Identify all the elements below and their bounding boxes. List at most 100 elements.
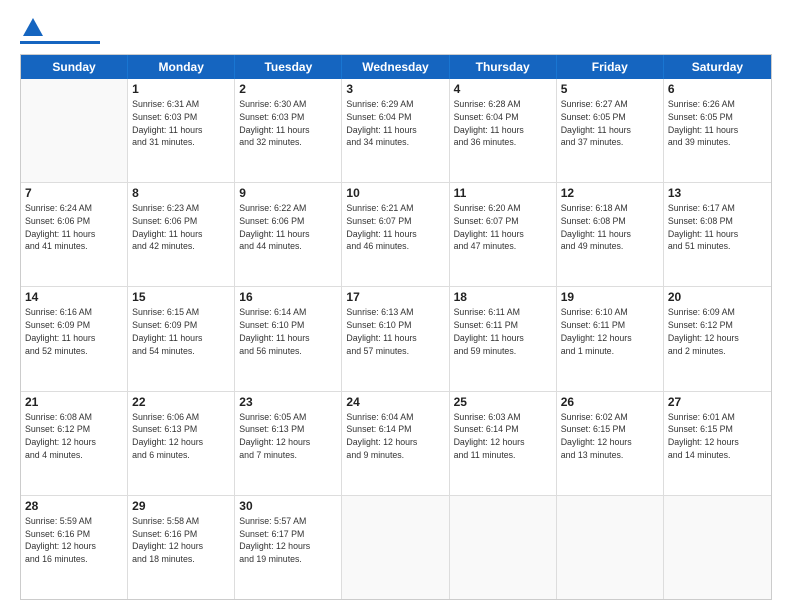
cell-info: Sunrise: 5:59 AM Sunset: 6:16 PM Dayligh… [25,515,123,566]
weekday-sunday: Sunday [21,55,128,79]
cell-info: Sunrise: 6:22 AM Sunset: 6:06 PM Dayligh… [239,202,337,253]
table-row: 6 Sunrise: 6:26 AM Sunset: 6:05 PM Daylig… [664,79,771,182]
table-row: 9Sunrise: 6:22 AM Sunset: 6:06 PM Daylig… [235,183,342,286]
cell-info: Sunrise: 6:11 AM Sunset: 6:11 PM Dayligh… [454,306,552,357]
cell-info: Sunrise: 5:57 AM Sunset: 6:17 PM Dayligh… [239,515,337,566]
weekday-tuesday: Tuesday [235,55,342,79]
day-number: 17 [346,290,444,304]
day-number: 2 [239,82,337,96]
cell-info: Sunrise: 6:08 AM Sunset: 6:12 PM Dayligh… [25,411,123,462]
table-row: 24 Sunrise: 6:04 AM Sunset: 6:14 PM Dayli… [342,392,449,495]
table-row: 14 Sunrise: 6:16 AM Sunset: 6:09 PM Dayli… [21,287,128,390]
table-row: 8 Sunrise: 6:23 AM Sunset: 6:06 PM Daylig… [128,183,235,286]
day-number: 20 [668,290,767,304]
table-row: 27 Sunrise: 6:01 AM Sunset: 6:15 PM Dayli… [664,392,771,495]
day-number: 15 [132,290,230,304]
day-number: 22 [132,395,230,409]
day-number: 13 [668,186,767,200]
cell-info: Sunrise: 6:03 AM Sunset: 6:14 PM Dayligh… [454,411,552,462]
table-row: 4 Sunrise: 6:28 AM Sunset: 6:04 PM Daylig… [450,79,557,182]
day-number: 7 [25,186,123,200]
table-row: 1 Sunrise: 6:31 AM Sunset: 6:03 PM Daylig… [128,79,235,182]
table-row: 29Sunrise: 5:58 AM Sunset: 6:16 PM Dayli… [128,496,235,599]
day-number: 10 [346,186,444,200]
table-row: 7 Sunrise: 6:24 AM Sunset: 6:06 PM Daylig… [21,183,128,286]
table-row: 16 Sunrise: 6:14 AM Sunset: 6:10 PM Dayli… [235,287,342,390]
table-row: 19 Sunrise: 6:10 AM Sunset: 6:11 PM Dayli… [557,287,664,390]
cell-info: Sunrise: 6:05 AM Sunset: 6:13 PM Dayligh… [239,411,337,462]
calendar-row: 14 Sunrise: 6:16 AM Sunset: 6:09 PM Dayli… [21,287,771,391]
cell-info: Sunrise: 6:01 AM Sunset: 6:15 PM Dayligh… [668,411,767,462]
cell-info: Sunrise: 6:06 AM Sunset: 6:13 PM Dayligh… [132,411,230,462]
table-row: 28 Sunrise: 5:59 AM Sunset: 6:16 PM Dayli… [21,496,128,599]
weekday-saturday: Saturday [664,55,771,79]
cell-info: Sunrise: 6:09 AM Sunset: 6:12 PM Dayligh… [668,306,767,357]
logo [20,16,100,44]
table-row: 10 Sunrise: 6:21 AM Sunset: 6:07 PM Dayli… [342,183,449,286]
cell-info: Sunrise: 6:04 AM Sunset: 6:14 PM Dayligh… [346,411,444,462]
day-number: 21 [25,395,123,409]
weekday-wednesday: Wednesday [342,55,449,79]
table-row: 13 Sunrise: 6:17 AM Sunset: 6:08 PM Dayli… [664,183,771,286]
calendar-header: Sunday Monday Tuesday Wednesday Thursday… [21,55,771,79]
day-number: 11 [454,186,552,200]
table-row: 3 Sunrise: 6:29 AM Sunset: 6:04 PM Daylig… [342,79,449,182]
day-number: 14 [25,290,123,304]
table-row [557,496,664,599]
day-number: 3 [346,82,444,96]
day-number: 27 [668,395,767,409]
day-number: 8 [132,186,230,200]
weekday-friday: Friday [557,55,664,79]
day-number: 4 [454,82,552,96]
day-number: 12 [561,186,659,200]
cell-info: Sunrise: 6:17 AM Sunset: 6:08 PM Dayligh… [668,202,767,253]
table-row: 20 Sunrise: 6:09 AM Sunset: 6:12 PM Dayli… [664,287,771,390]
day-number: 25 [454,395,552,409]
table-row: 30 Sunrise: 5:57 AM Sunset: 6:17 PM Dayli… [235,496,342,599]
day-number: 16 [239,290,337,304]
calendar-body: 1 Sunrise: 6:31 AM Sunset: 6:03 PM Daylig… [21,79,771,599]
table-row [664,496,771,599]
day-number: 1 [132,82,230,96]
table-row: 11 Sunrise: 6:20 AM Sunset: 6:07 PM Dayli… [450,183,557,286]
cell-info: Sunrise: 6:28 AM Sunset: 6:04 PM Dayligh… [454,98,552,149]
table-row: 12Sunrise: 6:18 AM Sunset: 6:08 PM Dayli… [557,183,664,286]
calendar: Sunday Monday Tuesday Wednesday Thursday… [20,54,772,600]
cell-info: Sunrise: 6:10 AM Sunset: 6:11 PM Dayligh… [561,306,659,357]
day-number: 28 [25,499,123,513]
logo-icon [23,16,43,38]
cell-info: Sunrise: 5:58 AM Sunset: 6:16 PM Dayligh… [132,515,230,566]
cell-info: Sunrise: 6:20 AM Sunset: 6:07 PM Dayligh… [454,202,552,253]
table-row: 21 Sunrise: 6:08 AM Sunset: 6:12 PM Dayli… [21,392,128,495]
cell-info: Sunrise: 6:30 AM Sunset: 6:03 PM Dayligh… [239,98,337,149]
table-row [450,496,557,599]
day-number: 19 [561,290,659,304]
day-number: 5 [561,82,659,96]
cell-info: Sunrise: 6:27 AM Sunset: 6:05 PM Dayligh… [561,98,659,149]
day-number: 24 [346,395,444,409]
day-number: 6 [668,82,767,96]
calendar-row: 21 Sunrise: 6:08 AM Sunset: 6:12 PM Dayli… [21,392,771,496]
calendar-row: 1 Sunrise: 6:31 AM Sunset: 6:03 PM Daylig… [21,79,771,183]
table-row: 23 Sunrise: 6:05 AM Sunset: 6:13 PM Dayli… [235,392,342,495]
cell-info: Sunrise: 6:15 AM Sunset: 6:09 PM Dayligh… [132,306,230,357]
table-row [21,79,128,182]
cell-info: Sunrise: 6:24 AM Sunset: 6:06 PM Dayligh… [25,202,123,253]
table-row: 26Sunrise: 6:02 AM Sunset: 6:15 PM Dayli… [557,392,664,495]
cell-info: Sunrise: 6:23 AM Sunset: 6:06 PM Dayligh… [132,202,230,253]
cell-info: Sunrise: 6:21 AM Sunset: 6:07 PM Dayligh… [346,202,444,253]
cell-info: Sunrise: 6:29 AM Sunset: 6:04 PM Dayligh… [346,98,444,149]
day-number: 23 [239,395,337,409]
cell-info: Sunrise: 6:26 AM Sunset: 6:05 PM Dayligh… [668,98,767,149]
cell-info: Sunrise: 6:16 AM Sunset: 6:09 PM Dayligh… [25,306,123,357]
cell-info: Sunrise: 6:14 AM Sunset: 6:10 PM Dayligh… [239,306,337,357]
table-row: 22 Sunrise: 6:06 AM Sunset: 6:13 PM Dayli… [128,392,235,495]
table-row: 2 Sunrise: 6:30 AM Sunset: 6:03 PM Daylig… [235,79,342,182]
weekday-monday: Monday [128,55,235,79]
cell-info: Sunrise: 6:13 AM Sunset: 6:10 PM Dayligh… [346,306,444,357]
cell-info: Sunrise: 6:31 AM Sunset: 6:03 PM Dayligh… [132,98,230,149]
day-number: 30 [239,499,337,513]
table-row: 17 Sunrise: 6:13 AM Sunset: 6:10 PM Dayli… [342,287,449,390]
calendar-row: 28 Sunrise: 5:59 AM Sunset: 6:16 PM Dayli… [21,496,771,599]
calendar-row: 7 Sunrise: 6:24 AM Sunset: 6:06 PM Daylig… [21,183,771,287]
